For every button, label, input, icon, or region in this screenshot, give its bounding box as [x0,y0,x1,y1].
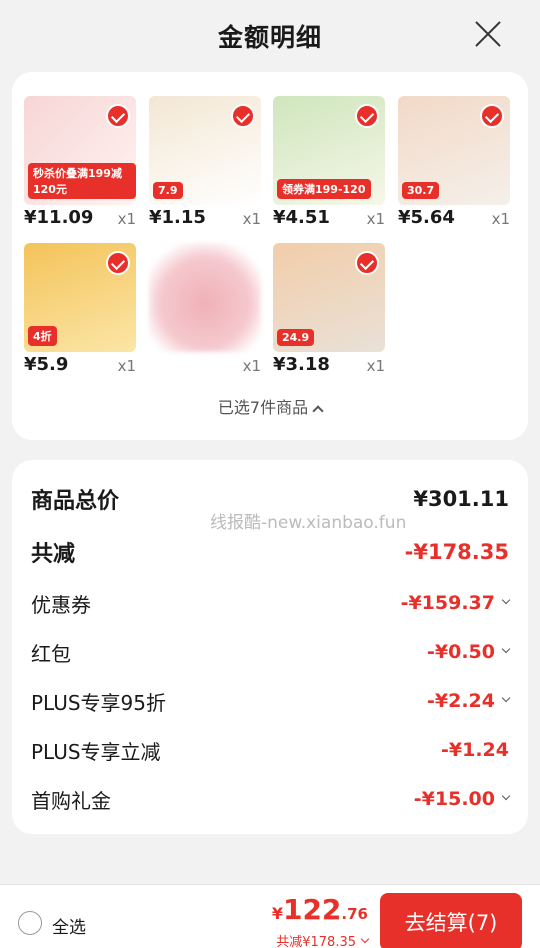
total-decimal: .76 [341,905,368,923]
total-integer: 122 [282,893,342,926]
chevron-down-icon [360,934,370,943]
select-all-radio[interactable] [18,911,42,935]
product-price: ¥1.15 [149,207,206,228]
product-price: ¥3.18 [273,354,330,375]
chevron-down-icon [501,693,511,703]
product-image [149,243,261,352]
product-thumb-text: 领券满199-120 [277,179,371,199]
summary-value: ¥301.11 [413,487,509,511]
summary-value: -¥1.24 [441,739,509,761]
summary-row-total: 商品总价 ¥301.11 [31,484,509,514]
summary-row-first-purchase[interactable]: 首购礼金 -¥15.00 [31,784,511,814]
product-price: ¥11.09 [24,207,94,228]
product-quantity: x1 [491,210,510,228]
product-price: ¥5.9 [24,354,69,375]
product-item[interactable]: 24.9 ¥3.18 x1 [273,243,385,383]
checkout-bar: 全选 ¥122.76 共减¥178.35 去结算(7) [0,884,540,948]
summary-row-plus-reduction: PLUS专享立减 -¥1.24 [31,735,509,765]
checked-icon [106,251,130,275]
product-quantity: x1 [242,357,261,375]
checked-icon [106,104,130,128]
product-quantity: x1 [117,210,136,228]
product-item-blurred[interactable]: x1 [149,243,261,383]
close-icon[interactable] [474,20,502,48]
select-all-label[interactable]: 全选 [52,913,86,938]
product-quantity: x1 [366,210,385,228]
product-item[interactable]: 30.7 ¥5.64 x1 [398,96,510,236]
chevron-down-icon [501,595,511,605]
summary-value: -¥178.35 [404,540,509,564]
summary-row-coupon[interactable]: 优惠券 -¥159.37 [31,588,511,618]
summary-row-discount-total: 共减 -¥178.35 [31,537,509,567]
summary-row-red-packet[interactable]: 红包 -¥0.50 [31,637,511,667]
summary-label: 优惠券 [31,592,91,617]
chevron-down-icon [501,791,511,801]
total-price: ¥122.76 [272,893,368,926]
product-image: 30.7 [398,96,510,205]
selected-count-toggle[interactable]: 已选7件商品 [12,394,528,418]
product-thumb-text: 4折 [28,326,57,346]
product-thumb-text: 30.7 [402,182,440,199]
summary-label: PLUS专享95折 [31,690,166,715]
checked-icon [231,104,255,128]
summary-label: PLUS专享立减 [31,739,161,764]
checked-icon [355,251,379,275]
currency-symbol: ¥ [271,904,283,923]
product-quantity: x1 [117,357,136,375]
products-card: 秒杀价叠满199减120元 ¥11.09 x1 7.9 ¥1.15 x1 领券满… [12,72,528,440]
product-price: ¥4.51 [273,207,330,228]
summary-value: -¥159.37 [400,592,495,614]
price-summary-card: 线报酷-new.xianbao.fun 商品总价 ¥301.11 共减 -¥17… [12,460,528,834]
product-image: 领券满199-120 [273,96,385,205]
product-image: 24.9 [273,243,385,352]
product-item[interactable]: 4折 ¥5.9 x1 [24,243,136,383]
page-title: 金额明细 [217,23,322,52]
product-quantity: x1 [242,210,261,228]
checked-icon [480,104,504,128]
chevron-up-icon [312,405,324,417]
chevron-down-icon [501,644,511,654]
product-image: 秒杀价叠满199减120元 [24,96,136,205]
checked-icon [355,104,379,128]
product-quantity: x1 [366,357,385,375]
product-thumb-text: 7.9 [153,182,183,199]
summary-label: 首购礼金 [31,788,111,813]
product-item[interactable]: 领券满199-120 ¥4.51 x1 [273,96,385,236]
checkout-button[interactable]: 去结算(7) [380,893,522,948]
product-image: 7.9 [149,96,261,205]
product-item[interactable]: 7.9 ¥1.15 x1 [149,96,261,236]
summary-value: -¥2.24 [427,690,495,712]
product-thumb-text: 24.9 [277,329,315,346]
product-image: 4折 [24,243,136,352]
product-item[interactable]: 秒杀价叠满199减120元 ¥11.09 x1 [24,96,136,236]
summary-label: 红包 [31,641,71,666]
discount-detail-toggle[interactable]: 共减¥178.35 [276,931,370,948]
summary-label: 共减 [31,542,76,567]
product-price: ¥5.64 [398,207,455,228]
summary-row-plus-discount[interactable]: PLUS专享95折 -¥2.24 [31,686,511,716]
summary-label: 商品总价 [31,489,120,514]
modal-header: 金额明细 [0,0,540,72]
summary-value: -¥0.50 [427,641,495,663]
selected-count-label: 已选7件商品 [217,398,309,417]
summary-value: -¥15.00 [413,788,495,810]
discount-summary: 共减¥178.35 [276,935,356,948]
product-thumb-text: 秒杀价叠满199减120元 [28,163,136,199]
